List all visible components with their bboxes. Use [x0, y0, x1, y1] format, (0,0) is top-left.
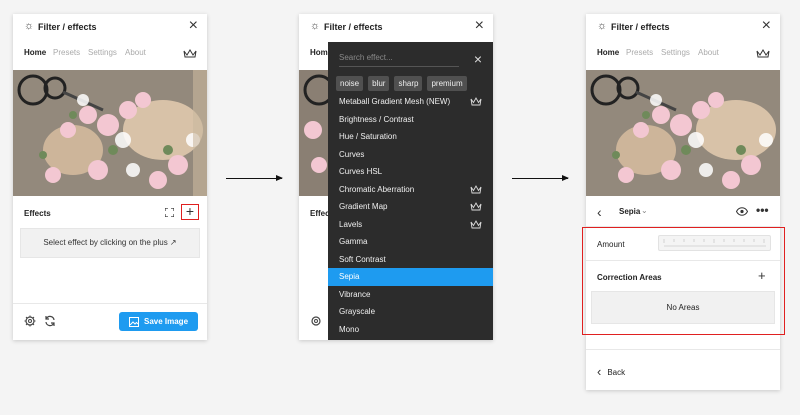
back-button[interactable]: ‹ Back: [597, 364, 625, 379]
effect-item[interactable]: Metaball Gradient Mesh (NEW): [328, 93, 493, 111]
more-icon[interactable]: •••: [756, 204, 769, 216]
tab-bar: Home Presets Settings About: [13, 48, 207, 64]
effect-item-label: Chromatic Aberration: [339, 184, 415, 194]
effect-item-label: Grayscale: [339, 307, 376, 316]
panel-title: Filter / effects: [324, 22, 383, 32]
effect-item[interactable]: Lavels: [328, 216, 493, 234]
effect-picker-dropdown: Search effect... × noise blur sharp prem…: [328, 42, 493, 340]
tab-bar: Home Presets Settings About: [586, 48, 780, 64]
crown-icon: [470, 97, 482, 106]
fullscreen-icon[interactable]: [165, 208, 174, 217]
chevron-down-icon[interactable]: ⌄: [641, 206, 648, 215]
divider: [13, 303, 207, 304]
back-label: Back: [607, 368, 626, 377]
tab-settings[interactable]: Settings: [88, 48, 117, 57]
crown-icon: [470, 202, 482, 211]
effect-item[interactable]: Mono: [328, 321, 493, 339]
effect-item[interactable]: Gamma: [328, 233, 493, 251]
close-icon[interactable]: ×: [474, 52, 482, 66]
gear-icon[interactable]: [310, 315, 322, 327]
effect-item-label: Vibrance: [339, 289, 371, 299]
effect-item-label: Soft Contrast: [339, 254, 386, 264]
filter-panel-home: ☼ Filter / effects × Home Presets Settin…: [13, 14, 207, 340]
tab-home[interactable]: Home: [24, 48, 46, 57]
effect-item-label: Mono: [339, 324, 360, 334]
image-icon: [128, 316, 139, 327]
effect-item[interactable]: Gradient Map: [328, 198, 493, 216]
panel-title: Filter / effects: [611, 22, 670, 32]
tab-presets[interactable]: Presets: [53, 48, 80, 57]
tab-settings[interactable]: Settings: [661, 48, 690, 57]
chip-noise[interactable]: noise: [336, 76, 364, 91]
effect-item-label: Brightness / Contrast: [339, 114, 414, 124]
effect-item[interactable]: Grayscale: [328, 303, 493, 321]
effect-item[interactable]: Curves HSL: [328, 163, 493, 181]
effect-item-label: Hue / Saturation: [339, 132, 397, 141]
effect-item-label: Gradient Map: [339, 202, 388, 211]
chevron-left-icon: ‹: [597, 364, 602, 379]
sun-icon: ☼: [24, 20, 35, 32]
current-effect-name[interactable]: Sepia: [619, 207, 640, 216]
effect-item[interactable]: Chromatic Aberration: [328, 181, 493, 199]
close-icon[interactable]: ×: [189, 18, 198, 34]
effect-item[interactable]: Sepia: [328, 268, 493, 286]
refresh-icon[interactable]: [44, 315, 56, 327]
crown-icon[interactable]: [756, 48, 770, 59]
effect-item-label: Curves HSL: [339, 167, 383, 176]
effect-item[interactable]: Hue / Saturation: [328, 128, 493, 146]
flow-arrow: [226, 175, 283, 181]
tab-about[interactable]: About: [125, 48, 146, 57]
effect-item[interactable]: Soft Contrast: [328, 251, 493, 269]
tab-about[interactable]: About: [698, 48, 719, 57]
effect-item-label: Metaball Gradient Mesh (NEW): [339, 97, 451, 106]
crown-icon: [470, 184, 482, 193]
titlebar: ☼ Filter / effects ×: [586, 14, 780, 41]
close-icon[interactable]: ×: [475, 18, 484, 34]
effect-search-input[interactable]: Search effect...: [339, 53, 459, 67]
tab-presets[interactable]: Presets: [626, 48, 653, 57]
gear-icon[interactable]: [24, 315, 36, 327]
save-image-button[interactable]: Save Image: [119, 312, 198, 331]
effect-item[interactable]: Curves: [328, 146, 493, 164]
chip-blur[interactable]: blur: [368, 76, 390, 91]
chip-premium[interactable]: premium: [427, 76, 467, 91]
effect-item-label: Lavels: [339, 219, 363, 229]
sun-icon: ☼: [310, 20, 321, 32]
divider: [586, 349, 780, 350]
effect-item-label: Gamma: [339, 237, 368, 246]
highlight-frame: [582, 227, 785, 335]
effects-label: Effects: [24, 209, 51, 218]
close-icon[interactable]: ×: [762, 18, 771, 34]
effect-item-label: Curves: [339, 149, 365, 159]
filter-chips: noise blur sharp premium: [336, 76, 467, 91]
effect-item[interactable]: Brightness / Contrast: [328, 111, 493, 129]
titlebar: ☼ Filter / effects ×: [299, 14, 493, 41]
titlebar: ☼ Filter / effects ×: [13, 14, 207, 41]
eye-icon[interactable]: [736, 207, 748, 216]
add-effect-button[interactable]: +: [181, 204, 199, 220]
flow-arrow: [512, 175, 569, 181]
effect-item-label: Sepia: [339, 272, 360, 281]
effect-item[interactable]: Vibrance: [328, 286, 493, 304]
preview-image: [586, 70, 780, 196]
crown-icon[interactable]: [183, 48, 197, 59]
chevron-left-icon[interactable]: ‹: [597, 205, 602, 219]
tab-home[interactable]: Home: [597, 48, 619, 57]
empty-effects-hint: Select effect by clicking on the plus ↗: [20, 228, 200, 258]
crown-icon: [470, 219, 482, 228]
sun-icon: ☼: [597, 20, 608, 32]
save-image-label: Save Image: [143, 317, 189, 326]
panel-title: Filter / effects: [38, 22, 97, 32]
preview-image: [13, 70, 207, 196]
effect-list: Metaball Gradient Mesh (NEW) Brightness /…: [328, 93, 493, 338]
chip-sharp[interactable]: sharp: [394, 76, 423, 91]
